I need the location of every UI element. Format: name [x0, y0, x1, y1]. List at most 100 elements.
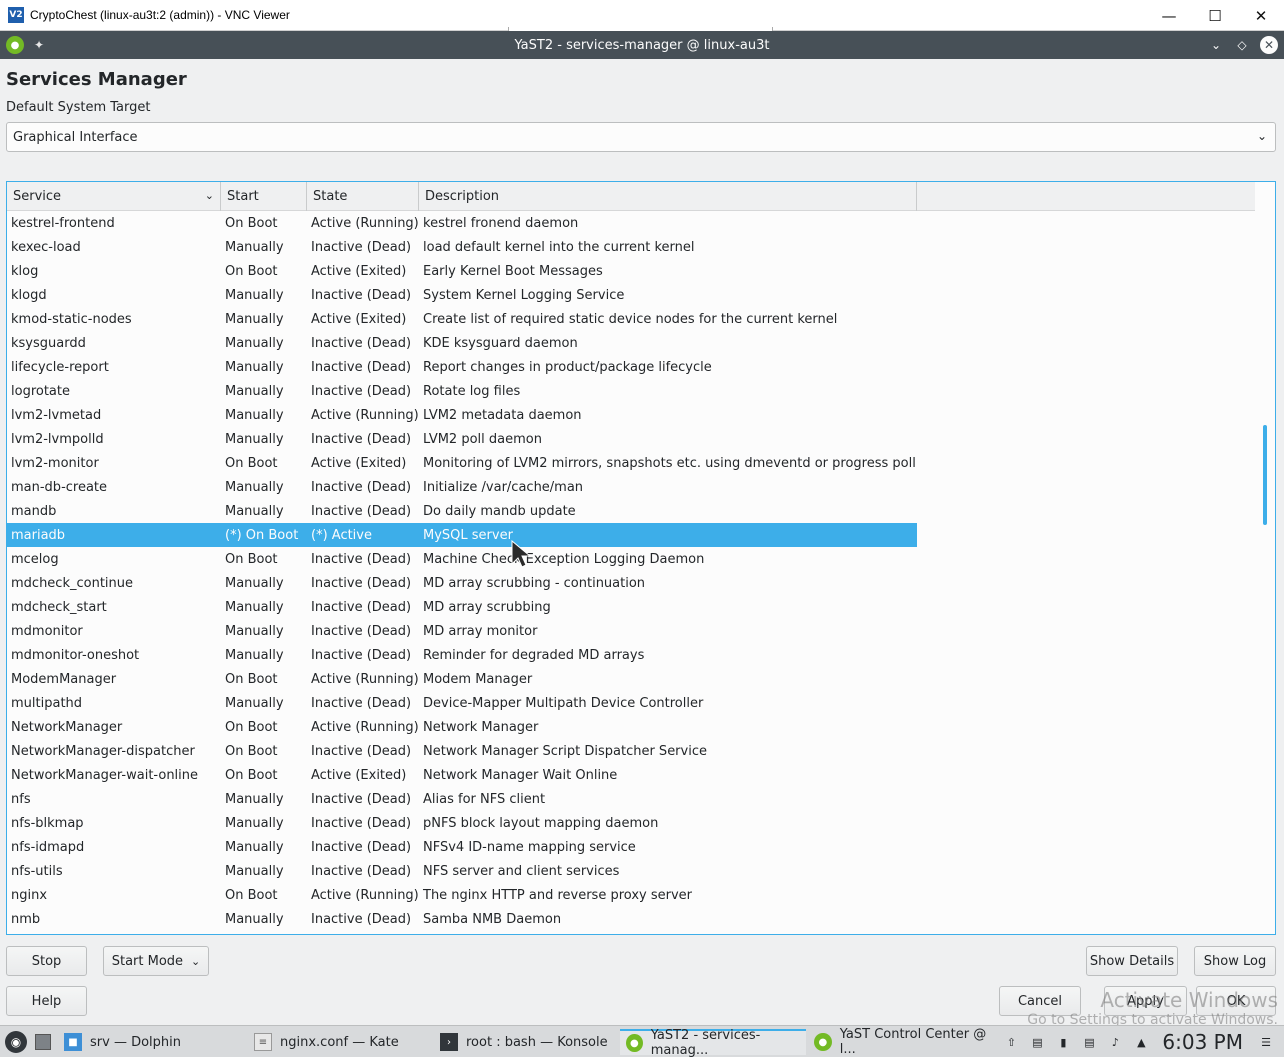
task-konsole[interactable]: › root : bash — Konsole: [434, 1029, 614, 1055]
table-row[interactable]: nfs-idmapd Manually Inactive (Dead) NFSv4 I…: [7, 835, 917, 859]
update-icon[interactable]: ⇧: [1003, 1034, 1019, 1050]
description-cell: MD array scrubbing - continuation: [423, 575, 646, 591]
state-cell: Inactive (Dead): [311, 335, 412, 351]
table-row[interactable]: ModemManager On Boot Active (Running) Modem…: [7, 667, 917, 691]
help-button[interactable]: Help: [6, 986, 87, 1016]
start-mode-cell: Manually: [225, 791, 284, 807]
description-cell: The nginx HTTP and reverse proxy server: [423, 887, 693, 903]
description-cell: Monitoring of LVM2 mirrors, snapshots et…: [423, 455, 917, 471]
clock[interactable]: 6:03 PM: [1162, 1030, 1243, 1054]
volume-muted-icon[interactable]: ♪: [1107, 1034, 1123, 1050]
table-row[interactable]: nfs Manually Inactive (Dead) Alias for NFS …: [7, 787, 917, 811]
scrollbar-thumb[interactable]: [1263, 425, 1267, 525]
table-row[interactable]: lifecycle-report Manually Inactive (Dead) R…: [7, 355, 917, 379]
table-row[interactable]: nmb Manually Inactive (Dead) Samba NMB Daem…: [7, 907, 917, 931]
service-name-cell: nfs-blkmap: [11, 815, 84, 831]
description-cell: MySQL server: [423, 527, 513, 543]
table-row[interactable]: mdcheck_start Manually Inactive (Dead) MD a…: [7, 595, 917, 619]
table-header: Service ⌄ Start State Description: [7, 182, 1255, 211]
service-name-cell: klog: [11, 263, 39, 279]
start-mode-cell: On Boot: [225, 719, 278, 735]
table-row[interactable]: multipathd Manually Inactive (Dead) Device-…: [7, 691, 917, 715]
table-row[interactable]: klogd Manually Inactive (Dead) System Kerne…: [7, 283, 917, 307]
description-cell: KDE ksysguard daemon: [423, 335, 578, 351]
start-mode-cell: Manually: [225, 239, 284, 255]
task-kate[interactable]: ≡ nginx.conf — Kate: [248, 1029, 428, 1055]
table-row[interactable]: mariadb (*) On Boot (*) Active MySQL server: [7, 523, 917, 547]
table-row[interactable]: mdmonitor-oneshot Manually Inactive (Dead)…: [7, 643, 917, 667]
start-mode-button[interactable]: Start Mode ⌄: [103, 946, 209, 976]
sort-chevron-down-icon: ⌄: [204, 189, 214, 202]
task-yast-services[interactable]: ● YaST2 - services-manag...: [620, 1028, 806, 1057]
vertical-scrollbar[interactable]: [1263, 211, 1269, 933]
header-state[interactable]: State: [307, 182, 419, 211]
table-row[interactable]: lvm2-monitor On Boot Active (Exited) Monito…: [7, 451, 917, 475]
task-yast-control-center[interactable]: ● YaST Control Center @ l...: [808, 1027, 1004, 1057]
table-row[interactable]: kestrel-frontend On Boot Active (Running) k…: [7, 211, 917, 235]
table-row[interactable]: kexec-load Manually Inactive (Dead) load de…: [7, 235, 917, 259]
header-description[interactable]: Description: [419, 182, 917, 211]
minimize-icon[interactable]: —: [1146, 0, 1192, 31]
table-row[interactable]: lvm2-lvmpolld Manually Inactive (Dead) LVM2…: [7, 427, 917, 451]
header-start[interactable]: Start: [221, 182, 307, 211]
pin-icon[interactable]: ✦: [32, 38, 46, 52]
state-cell: Inactive (Dead): [311, 791, 412, 807]
table-row[interactable]: ksysguardd Manually Inactive (Dead) KDE ksy…: [7, 331, 917, 355]
page-title: Services Manager: [6, 69, 187, 90]
keep-above-diamond-icon[interactable]: ◇: [1234, 37, 1250, 53]
table-row[interactable]: man-db-create Manually Inactive (Dead) Init…: [7, 475, 917, 499]
show-details-button[interactable]: Show Details: [1086, 946, 1178, 976]
table-row[interactable]: lvm2-lvmetad Manually Active (Running) LVM2…: [7, 403, 917, 427]
application-launcher-icon[interactable]: ◉: [5, 1030, 27, 1053]
network-icon[interactable]: ▤: [1029, 1034, 1045, 1050]
table-row[interactable]: NetworkManager-wait-online On Boot Active …: [7, 763, 917, 787]
table-row[interactable]: mdmonitor Manually Inactive (Dead) MD array…: [7, 619, 917, 643]
service-name-cell: nfs-utils: [11, 863, 63, 879]
panel-menu-icon[interactable]: ☰: [1258, 1034, 1274, 1050]
services-table[interactable]: Service ⌄ Start State Description kestre…: [6, 181, 1276, 935]
document-icon: ≡: [254, 1033, 272, 1051]
state-cell: Active (Running): [311, 215, 419, 231]
show-log-button[interactable]: Show Log: [1194, 946, 1276, 976]
table-row[interactable]: mdcheck_continue Manually Inactive (Dead) M…: [7, 571, 917, 595]
service-name-cell: multipathd: [11, 695, 83, 711]
header-service[interactable]: Service ⌄: [7, 182, 221, 211]
table-row[interactable]: NetworkManager-dispatcher On Boot Inactive…: [7, 739, 917, 763]
table-row[interactable]: kmod-static-nodes Manually Active (Exited)…: [7, 307, 917, 331]
folder-icon: ■: [64, 1033, 82, 1051]
description-cell: Initialize /var/cache/man: [423, 479, 584, 495]
stop-button[interactable]: Stop: [6, 946, 87, 976]
description-cell: Device-Mapper Multipath Device Controlle…: [423, 695, 704, 711]
table-row[interactable]: logrotate Manually Inactive (Dead) Rotate l…: [7, 379, 917, 403]
tray-expand-icon[interactable]: ▲: [1133, 1034, 1149, 1050]
start-mode-cell: Manually: [225, 815, 284, 831]
start-mode-cell: Manually: [225, 695, 284, 711]
state-cell: Inactive (Dead): [311, 743, 412, 759]
start-mode-cell: On Boot: [225, 887, 278, 903]
state-cell: (*) Active: [311, 527, 372, 543]
default-target-combo[interactable]: Graphical Interface ⌄: [6, 122, 1276, 152]
usb-device-icon[interactable]: ▮: [1055, 1034, 1071, 1050]
yast-gecko-icon[interactable]: ●: [6, 36, 24, 54]
table-row[interactable]: klog On Boot Active (Exited) Early Kernel B…: [7, 259, 917, 283]
task-dolphin[interactable]: ■ srv — Dolphin: [58, 1029, 242, 1055]
state-cell: Inactive (Dead): [311, 911, 412, 927]
show-desktop-icon[interactable]: [35, 1033, 51, 1050]
maximize-icon[interactable]: ☐: [1192, 0, 1238, 31]
state-cell: Inactive (Dead): [311, 863, 412, 879]
minimize-chevron-icon[interactable]: ⌄: [1208, 37, 1224, 53]
table-row[interactable]: nfs-blkmap Manually Inactive (Dead) pNFS bl…: [7, 811, 917, 835]
close-icon[interactable]: ✕: [1238, 0, 1284, 31]
start-mode-cell: On Boot: [225, 551, 278, 567]
clipboard-icon[interactable]: ▤: [1081, 1034, 1097, 1050]
table-row[interactable]: mandb Manually Inactive (Dead) Do daily man…: [7, 499, 917, 523]
table-row[interactable]: nginx On Boot Active (Running) The nginx HT…: [7, 883, 917, 907]
kde-close-icon[interactable]: ✕: [1260, 36, 1278, 54]
table-row[interactable]: nfs-utils Manually Inactive (Dead) NFS serv…: [7, 859, 917, 883]
table-row[interactable]: mcelog On Boot Inactive (Dead) Machine Chec…: [7, 547, 917, 571]
service-name-cell: nginx: [11, 887, 48, 903]
vnc-logo-icon: V2: [8, 7, 24, 23]
service-name-cell: ModemManager: [11, 671, 117, 687]
table-row[interactable]: NetworkManager On Boot Active (Running) Net…: [7, 715, 917, 739]
default-target-value: Graphical Interface: [13, 129, 138, 145]
